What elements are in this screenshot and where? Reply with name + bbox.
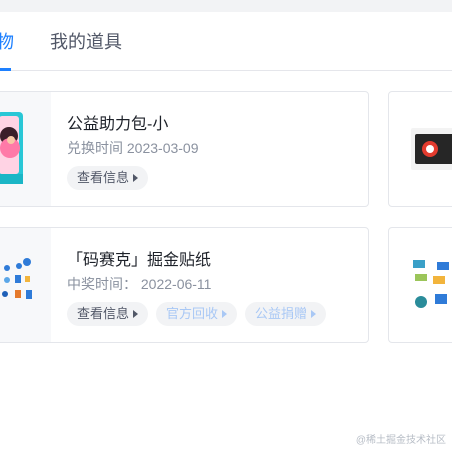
item-thumbnail-image (413, 260, 449, 308)
view-info-button[interactable]: 查看信息 (67, 166, 149, 190)
item-date: 兑换时间 2023-03-09 (67, 138, 199, 158)
item-date-label: 兑换时间 (67, 140, 123, 156)
tab-my-items[interactable]: 物 (0, 30, 14, 54)
item-actions: 查看信息 (67, 166, 149, 190)
caret-right-icon (133, 310, 139, 318)
item-card[interactable]: 公益助力包-小 兑换时间 2023-03-09 查看信息 (0, 91, 369, 207)
watermark: @稀土掘金技术社区 (355, 435, 446, 446)
tab-my-props-label: 我的道具 (50, 32, 122, 52)
view-info-button[interactable]: 查看信息 (67, 302, 149, 326)
item-date-label: 中奖时间： (67, 276, 137, 292)
item-actions: 查看信息 官方回收 公益捐赠 (67, 302, 327, 326)
official-recycle-label: 官方回收 (166, 306, 219, 321)
charity-donate-label: 公益捐赠 (255, 306, 308, 321)
item-thumbnail (0, 228, 51, 342)
item-card[interactable] (388, 91, 452, 207)
item-card[interactable] (388, 227, 452, 343)
caret-right-icon (133, 174, 139, 182)
charity-donate-button[interactable]: 公益捐赠 (245, 302, 327, 326)
official-recycle-button[interactable]: 官方回收 (156, 302, 238, 326)
item-thumbnail-image (411, 128, 452, 170)
top-bar (0, 0, 452, 12)
sticker-image (2, 258, 32, 299)
item-date: 中奖时间： 2022-06-11 (67, 274, 211, 294)
active-tab-indicator (0, 68, 11, 71)
item-title: 「码赛克」掘金贴纸 (67, 252, 212, 269)
caret-right-icon (311, 310, 317, 318)
tab-my-items-label: 物 (0, 32, 14, 52)
caret-right-icon (222, 310, 228, 318)
item-card[interactable]: 「码赛克」掘金贴纸 中奖时间： 2022-06-11 查看信息 官方回收 公益捐… (0, 227, 369, 343)
item-title: 公益助力包-小 (67, 116, 169, 133)
tab-bar: 物 我的道具 (0, 12, 452, 71)
item-date-value: 2022-06-11 (140, 276, 212, 292)
gift-pack-image (0, 112, 23, 184)
view-info-label: 查看信息 (77, 306, 130, 321)
item-date-value: 2023-03-09 (126, 140, 199, 156)
tab-my-props[interactable]: 我的道具 (50, 30, 122, 54)
item-thumbnail (0, 92, 51, 206)
view-info-label: 查看信息 (77, 170, 130, 185)
